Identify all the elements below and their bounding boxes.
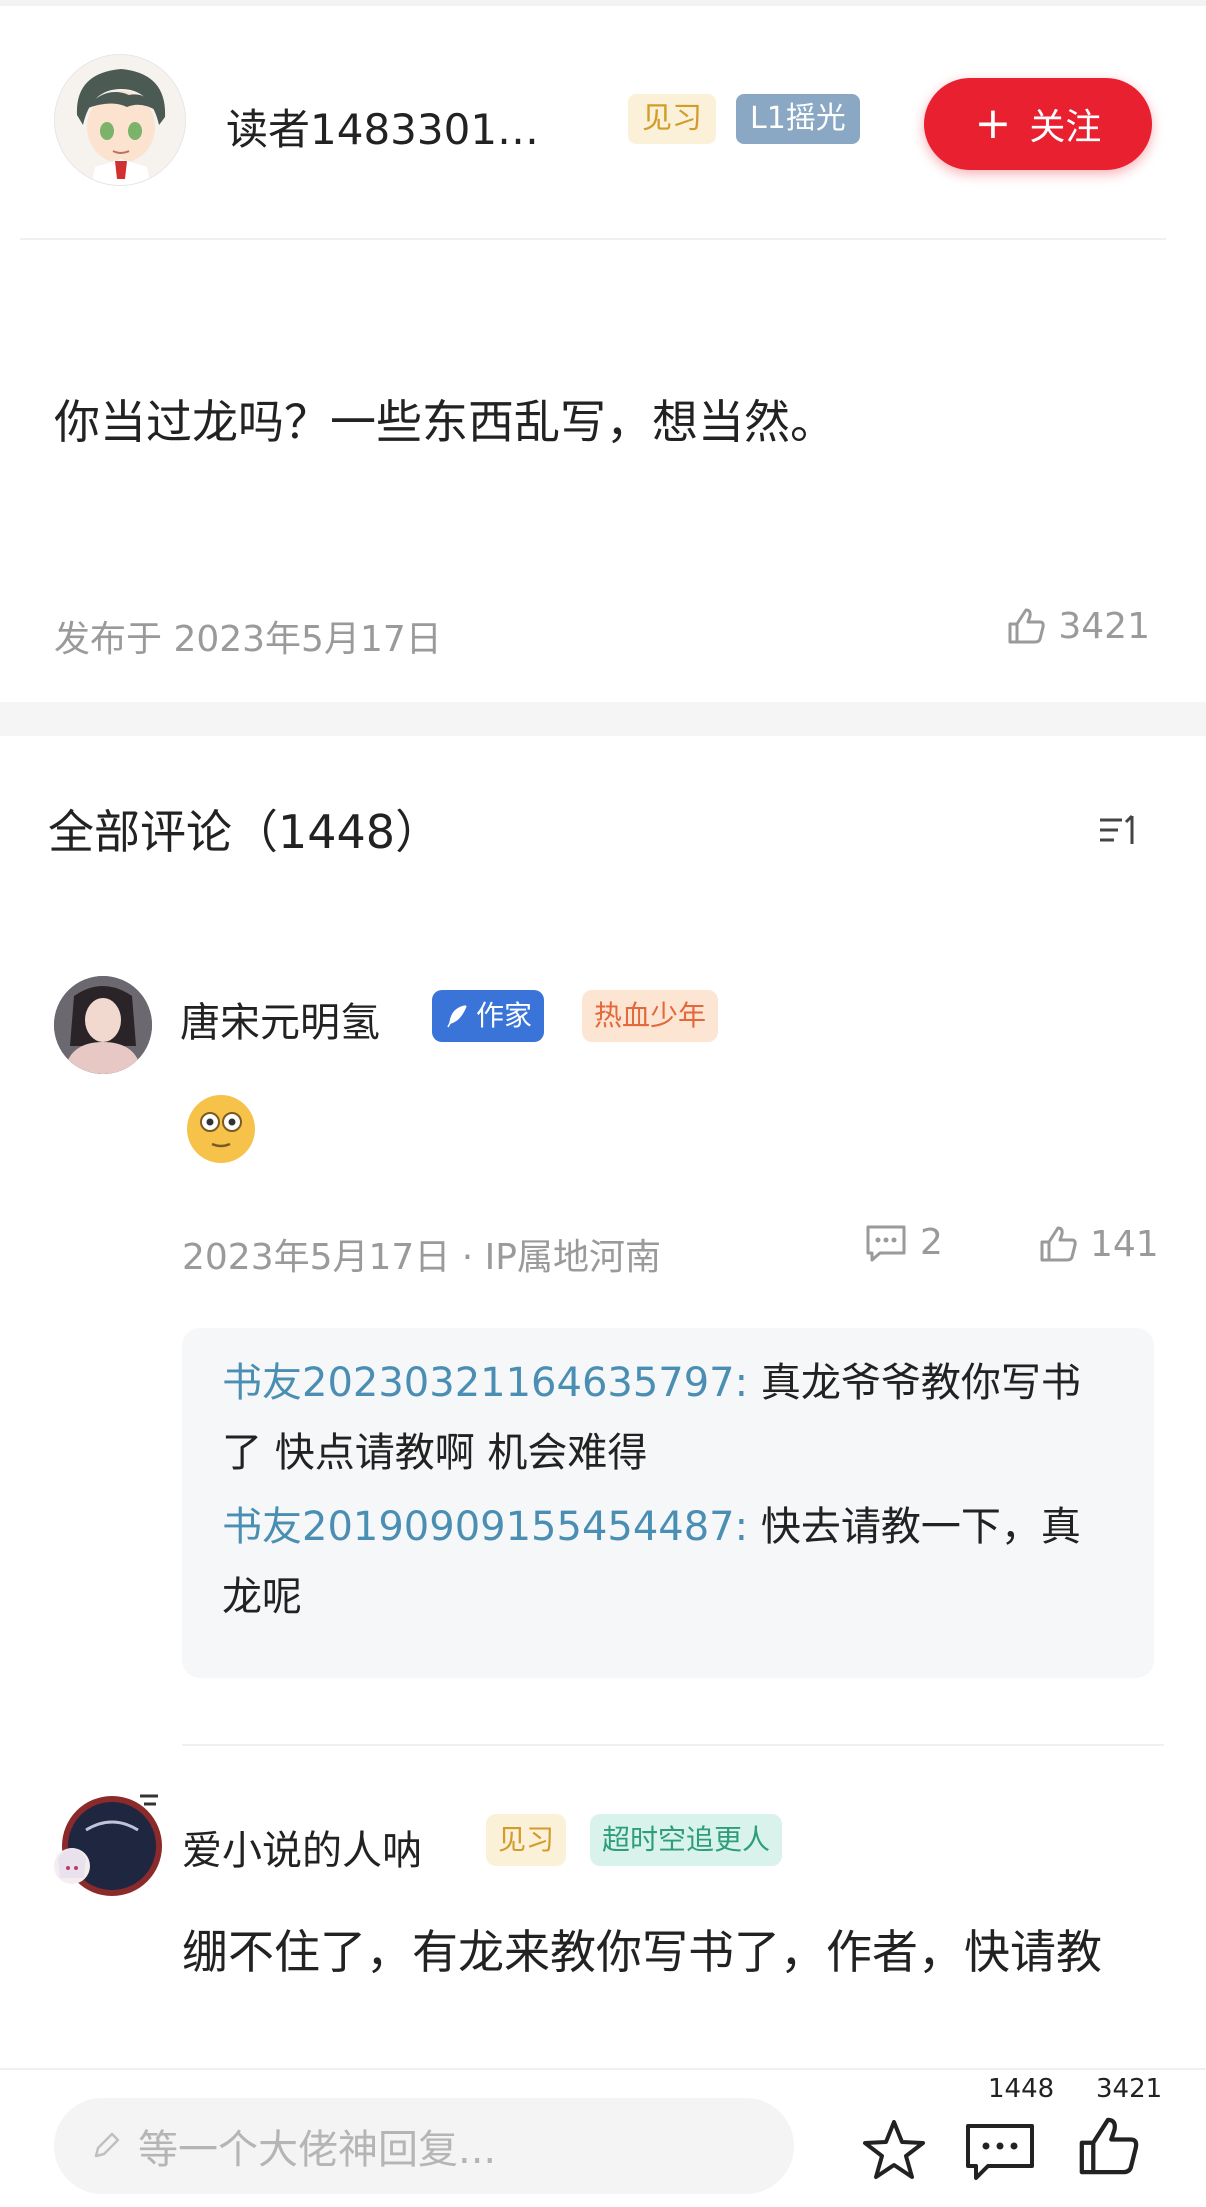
sort-icon[interactable] <box>1094 806 1142 854</box>
comment-meta: 2023年5月17日 · IP属地河南 <box>182 1237 661 1278</box>
post-content: 你当过龙吗？一些东西乱写，想当然。 <box>54 395 836 449</box>
smiley-emoji-icon <box>184 1092 258 1166</box>
author-avatar[interactable] <box>54 54 186 186</box>
author-level-tag: 见习 <box>628 94 716 144</box>
top-divider <box>0 0 1206 6</box>
thumbs-up-icon <box>1079 2117 1139 2175</box>
pencil-icon <box>94 2132 120 2158</box>
comment-text: 绷不住了，有龙来教你写书了，作者，快请教 <box>182 1925 1102 1979</box>
comment-icon <box>966 2124 1034 2180</box>
author-level-badge: L1摇光 <box>736 94 860 144</box>
reply-item[interactable]: 书友20190909155454487: 快去请教一下，真龙呢 <box>222 1492 1102 1632</box>
comment-avatar[interactable] <box>40 1778 170 1908</box>
post-publish-date: 发布于 2023年5月17日 <box>54 619 442 660</box>
comment-like-button[interactable]: 141 <box>1036 1222 1159 1266</box>
comments-button[interactable] <box>962 2120 1038 2184</box>
star-icon <box>863 2120 925 2179</box>
bottom-comment-count: 1448 <box>988 2074 1055 2104</box>
thumbs-up-icon <box>1008 608 1046 644</box>
post-author-header: 读者1483301… 见习 L1摇光 + 关注 <box>0 48 1206 198</box>
bottom-action-bar: 等一个大佬神回复... 1448 3421 <box>0 2068 1206 2207</box>
comment-divider <box>182 1744 1164 1746</box>
reply-input[interactable]: 等一个大佬神回复... <box>54 2098 794 2194</box>
section-separator <box>0 702 1206 736</box>
comment-author-name[interactable]: 爱小说的人呐 <box>182 1818 422 1876</box>
comment-like-count: 141 <box>1090 1223 1159 1265</box>
writer-badge-label: 作家 <box>476 999 533 1032</box>
post-like-button[interactable]: 3421 <box>1004 604 1150 648</box>
follow-label: 关注 <box>1029 107 1102 148</box>
comment-reply-count: 2 <box>920 1222 943 1263</box>
reply-username[interactable]: 书友20230321164635797: <box>222 1360 748 1406</box>
reply-username[interactable]: 书友20190909155454487: <box>222 1504 748 1550</box>
favorite-button[interactable] <box>858 2114 930 2186</box>
comments-section-title: 全部评论（1448） <box>48 805 442 859</box>
bottom-like-count: 3421 <box>1096 2074 1163 2104</box>
title-badge: 超时空追更人 <box>590 1814 783 1866</box>
reply-item[interactable]: 书友20230321164635797: 真龙爷爷教你写书了 快点请教啊 机会难… <box>222 1348 1102 1488</box>
comment-reply-button[interactable]: 2 <box>864 1222 943 1263</box>
follow-button[interactable]: + 关注 <box>924 78 1152 170</box>
post-like-count: 3421 <box>1058 605 1150 647</box>
comment-icon <box>866 1225 906 1261</box>
author-name[interactable]: 读者1483301… <box>226 96 539 157</box>
reply-input-placeholder: 等一个大佬神回复... <box>138 2127 497 2173</box>
comment-author-name[interactable]: 唐宋元明氢 <box>180 990 380 1048</box>
comment-avatar[interactable] <box>54 976 152 1074</box>
level-badge: 见习 <box>486 1814 567 1866</box>
thumbs-up-icon <box>1040 1226 1077 1262</box>
replies-container[interactable]: 书友20230321164635797: 真龙爷爷教你写书了 快点请教啊 机会难… <box>182 1328 1154 1678</box>
like-button[interactable] <box>1072 2110 1144 2182</box>
feather-icon <box>447 1005 467 1028</box>
plus-icon: + <box>974 98 1012 149</box>
header-divider <box>20 238 1166 240</box>
title-badge: 热血少年 <box>582 990 719 1042</box>
writer-badge: 作家 <box>432 990 545 1042</box>
